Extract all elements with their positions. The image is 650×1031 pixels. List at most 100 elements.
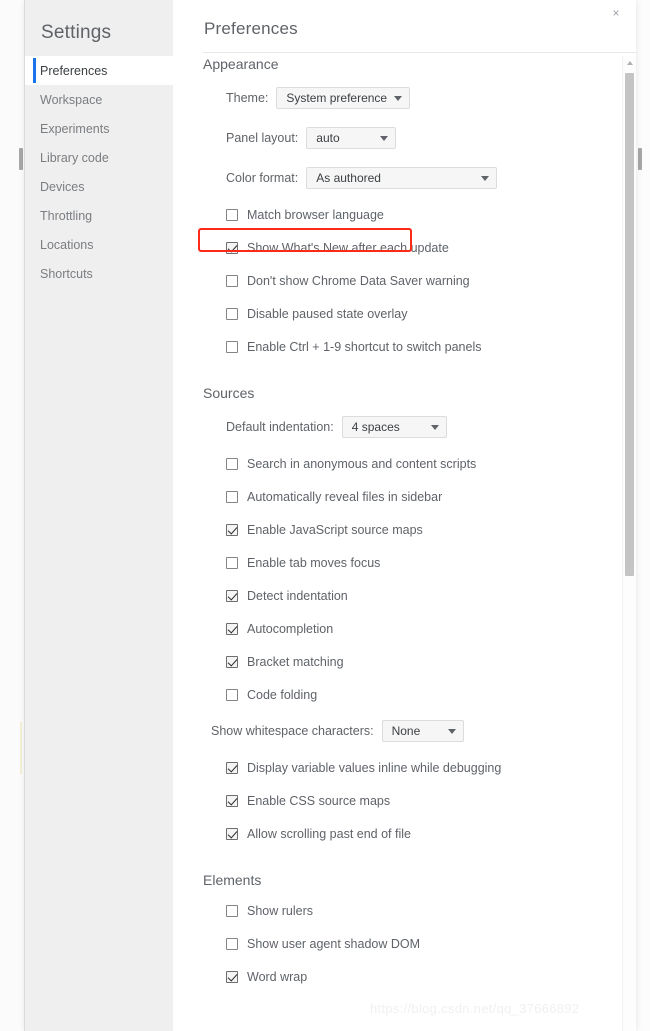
row-bracket-matching: Bracket matching	[173, 645, 636, 678]
scrollbar-thumb[interactable]	[625, 73, 634, 576]
scroll-up-arrow-icon[interactable]	[623, 56, 636, 70]
sidebar-nav-list: Preferences Workspace Experiments Librar…	[25, 56, 173, 288]
checkbox-show-rulers[interactable]: Show rulers	[226, 904, 313, 918]
show-whitespace-selected-value: None	[391, 724, 421, 738]
checkbox-label: Autocompletion	[247, 621, 334, 636]
panel-layout-label: Panel layout:	[226, 131, 299, 145]
row-dont-show-data-saver-warning: Don't show Chrome Data Saver warning	[173, 264, 636, 297]
checkbox-show-user-agent-shadow-dom[interactable]: Show user agent shadow DOM	[226, 937, 420, 951]
checkbox-box	[226, 274, 238, 287]
theme-label: Theme:	[226, 91, 269, 105]
sidebar-item-label: Throttling	[40, 208, 93, 223]
checkbox-show-whats-new[interactable]: Show What's New after each update	[226, 241, 449, 255]
checkbox-label: Show What's New after each update	[247, 240, 449, 255]
background-marker-right	[638, 148, 642, 170]
row-word-wrap: Word wrap	[173, 960, 636, 993]
checkbox-label: Enable JavaScript source maps	[247, 522, 423, 537]
sidebar-item-experiments[interactable]: Experiments	[25, 114, 173, 143]
sidebar-item-label: Shortcuts	[40, 266, 93, 281]
checkbox-box	[226, 688, 238, 701]
checkbox-label: Code folding	[247, 687, 318, 702]
section-title-sources: Sources	[203, 385, 255, 401]
checkbox-box	[226, 970, 238, 983]
checkbox-dont-show-data-saver-warning[interactable]: Don't show Chrome Data Saver warning	[226, 274, 470, 288]
sidebar-item-label: Devices	[40, 179, 85, 194]
sidebar-item-preferences[interactable]: Preferences	[25, 56, 173, 85]
sidebar-item-label: Locations	[40, 237, 94, 252]
checkbox-label: Show user agent shadow DOM	[247, 936, 421, 951]
checkbox-search-anonymous-scripts[interactable]: Search in anonymous and content scripts	[226, 457, 476, 471]
color-format-selected-value: As authored	[316, 171, 381, 185]
checkbox-box	[226, 589, 238, 602]
checkbox-label: Bracket matching	[247, 654, 344, 669]
checkbox-label: Display variable values inline while deb…	[247, 760, 502, 775]
chevron-down-icon	[394, 96, 403, 101]
checkbox-label: Enable tab moves focus	[247, 555, 381, 570]
background-marker-left-secondary	[20, 722, 22, 774]
row-allow-scrolling-past-end: Allow scrolling past end of file	[173, 817, 636, 850]
row-theme: Theme: System preference	[173, 78, 636, 118]
row-auto-reveal-files: Automatically reveal files in sidebar	[173, 480, 636, 513]
checkbox-label: Show rulers	[247, 903, 313, 918]
show-whitespace-select[interactable]: None	[381, 720, 464, 742]
sidebar-item-label: Workspace	[40, 92, 103, 107]
checkbox-label: Search in anonymous and content scripts	[247, 456, 477, 471]
checkbox-detect-indentation[interactable]: Detect indentation	[226, 589, 348, 603]
panel-layout-selected-value: auto	[316, 131, 340, 145]
sidebar-item-label: Preferences	[40, 63, 108, 78]
chevron-down-icon	[380, 136, 389, 141]
checkbox-box	[226, 655, 238, 668]
sidebar-item-library-code[interactable]: Library code	[25, 143, 173, 172]
checkbox-code-folding[interactable]: Code folding	[226, 688, 317, 702]
checkbox-disable-paused-state-overlay[interactable]: Disable paused state overlay	[226, 307, 408, 321]
checkbox-box	[226, 457, 238, 470]
checkbox-label: Enable Ctrl + 1-9 shortcut to switch pan…	[247, 339, 482, 354]
sidebar-item-workspace[interactable]: Workspace	[25, 85, 173, 114]
content-scrollbar[interactable]	[622, 56, 636, 1031]
checkbox-box	[226, 490, 238, 503]
close-icon[interactable]: ×	[608, 5, 624, 21]
checkbox-word-wrap[interactable]: Word wrap	[226, 970, 307, 984]
sidebar-item-shortcuts[interactable]: Shortcuts	[25, 259, 173, 288]
page-title: Preferences	[204, 19, 298, 38]
checkbox-autocompletion[interactable]: Autocompletion	[226, 622, 333, 636]
sidebar-item-throttling[interactable]: Throttling	[25, 201, 173, 230]
row-detect-indentation: Detect indentation	[173, 579, 636, 612]
row-show-user-agent-shadow-dom: Show user agent shadow DOM	[173, 927, 636, 960]
checkbox-box	[226, 622, 238, 635]
color-format-select[interactable]: As authored	[306, 167, 498, 189]
row-display-variable-values-inline: Display variable values inline while deb…	[173, 751, 636, 784]
settings-dialog: Settings Preferences Workspace Experimen…	[25, 0, 636, 1031]
checkbox-box	[226, 904, 238, 917]
sidebar-item-locations[interactable]: Locations	[25, 230, 173, 259]
checkbox-label: Allow scrolling past end of file	[247, 826, 411, 841]
row-panel-layout: Panel layout: auto	[173, 118, 636, 158]
checkbox-auto-reveal-files[interactable]: Automatically reveal files in sidebar	[226, 490, 442, 504]
title-divider	[203, 52, 636, 53]
default-indentation-select[interactable]: 4 spaces	[341, 416, 447, 438]
row-enable-ctrl-shortcut: Enable Ctrl + 1-9 shortcut to switch pan…	[173, 330, 636, 363]
checkbox-box	[226, 241, 238, 254]
settings-content-pane: Preferences × Appearance Theme: System p…	[173, 0, 636, 1031]
row-match-browser-language: Match browser language	[173, 198, 636, 231]
theme-select[interactable]: System preference	[276, 87, 411, 109]
checkbox-enable-ctrl-shortcut[interactable]: Enable Ctrl + 1-9 shortcut to switch pan…	[226, 340, 482, 354]
checkbox-label: Don't show Chrome Data Saver warning	[247, 273, 470, 288]
checkbox-box	[226, 523, 238, 536]
panel-layout-select[interactable]: auto	[306, 127, 397, 149]
row-show-rulers: Show rulers	[173, 894, 636, 927]
checkbox-label: Detect indentation	[247, 588, 348, 603]
checkbox-box	[226, 556, 238, 569]
checkbox-allow-scrolling-past-end[interactable]: Allow scrolling past end of file	[226, 827, 411, 841]
checkbox-match-browser-language[interactable]: Match browser language	[226, 208, 384, 222]
checkbox-enable-tab-moves-focus[interactable]: Enable tab moves focus	[226, 556, 380, 570]
row-default-indentation: Default indentation: 4 spaces	[173, 407, 636, 447]
row-show-whitespace-characters: Show whitespace characters: None	[173, 711, 636, 751]
checkbox-enable-css-source-maps[interactable]: Enable CSS source maps	[226, 794, 390, 808]
checkbox-enable-js-source-maps[interactable]: Enable JavaScript source maps	[226, 523, 423, 537]
checkbox-display-variable-values-inline[interactable]: Display variable values inline while deb…	[226, 761, 501, 775]
sidebar-item-devices[interactable]: Devices	[25, 172, 173, 201]
checkbox-box	[226, 937, 238, 950]
checkbox-label: Disable paused state overlay	[247, 306, 408, 321]
checkbox-bracket-matching[interactable]: Bracket matching	[226, 655, 344, 669]
